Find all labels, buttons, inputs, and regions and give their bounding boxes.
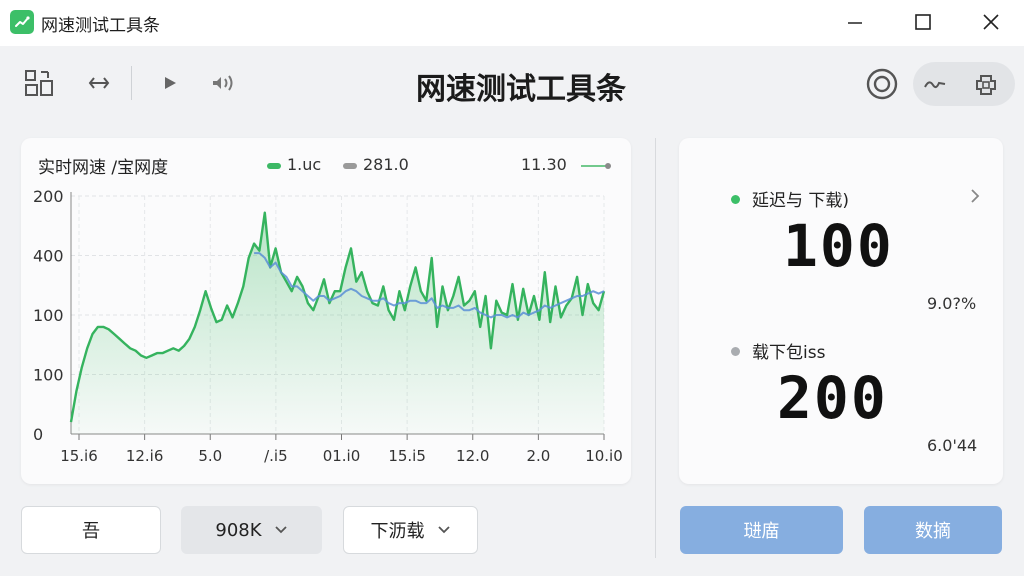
mode-select-value: 下沥载 [370,521,425,542]
maximize-button[interactable] [888,0,956,46]
x-tick-label: 2.0 [526,447,550,465]
close-button[interactable] [956,0,1024,46]
app-window: 网速测试工具条 网速测试工具条 实时网速 /宝网度 1.uc 281.0 11.… [0,0,1024,576]
download-label: 载下包iss [752,343,826,363]
target-icon[interactable] [865,67,899,101]
toolbar: 网速测试工具条 [0,46,1024,122]
y-tick-label: 100 [33,306,64,325]
chevron-down-icon [437,526,450,534]
x-tick-label: 15.i6 [60,447,98,465]
realtime-speed-chart-card: 实时网速 /宝网度 1.uc 281.0 11.30 200 400 100 1… [21,138,631,484]
latency-label: 延迟与 下载) [752,191,850,211]
action-button-1[interactable]: 琎庿 [680,506,843,554]
swap-arrows-icon[interactable] [88,74,110,92]
x-tick-label: 15.i5 [388,447,426,465]
x-tick-label: /.i5 [264,447,288,465]
download-status-dot [731,346,740,356]
left-button[interactable]: 吾 [21,506,161,554]
minimize-icon [848,22,862,24]
download-sub-value: 6.0'44 [927,436,978,455]
y-tick-label: 200 [33,187,64,206]
latency-value: 100 [783,212,894,280]
toolbar-pill-group [913,62,1015,106]
x-tick-label: 12.i6 [126,447,164,465]
x-tick-label: 5.0 [198,447,222,465]
speed-line-chart: 200 400 100 100 0 15.i6 12.i6 5.0 /.i5 01.i0 15.i5… [33,187,623,465]
title-bar: 网速测试工具条 [0,0,1024,46]
play-icon[interactable] [162,75,178,91]
wave-icon[interactable] [923,74,947,94]
panel-divider [655,138,656,558]
latency-label-row: 延迟与 下载) [731,186,849,211]
chevron-down-icon [274,526,287,534]
x-tick-label: 12.0 [456,447,489,465]
download-label-row: 载下包iss [731,338,825,363]
download-value: 200 [777,364,888,432]
page-title: 网速测试工具条 [416,72,626,107]
close-icon [983,14,999,30]
app-logo-icon [10,10,34,34]
latency-status-dot [731,194,740,204]
x-tick-label: 10.i0 [585,447,623,465]
latency-percent: 9.0?% [927,294,977,313]
layout-icon[interactable] [24,68,54,98]
maximize-icon [915,14,931,30]
plugin-icon[interactable] [973,72,999,98]
minimize-button[interactable] [820,0,888,46]
y-tick-label: 400 [33,247,64,266]
y-tick-label: 100 [33,366,64,385]
toolbar-separator [131,66,132,100]
y-tick-label: 0 [33,425,43,444]
mode-select[interactable]: 下沥载 [343,506,478,554]
action-button-2[interactable]: 数摘 [864,506,1002,554]
volume-icon[interactable] [210,73,238,93]
interval-select-value: 908K [215,519,262,541]
stats-card: 延迟与 下载) 100 9.0?% 载下包iss 200 6.0'44 [679,138,1003,484]
series-area-fill [71,212,604,434]
chevron-right-icon[interactable] [969,188,981,204]
interval-select[interactable]: 908K [181,506,322,554]
window-title: 网速测试工具条 [41,16,160,36]
x-tick-label: 01.i0 [323,447,361,465]
